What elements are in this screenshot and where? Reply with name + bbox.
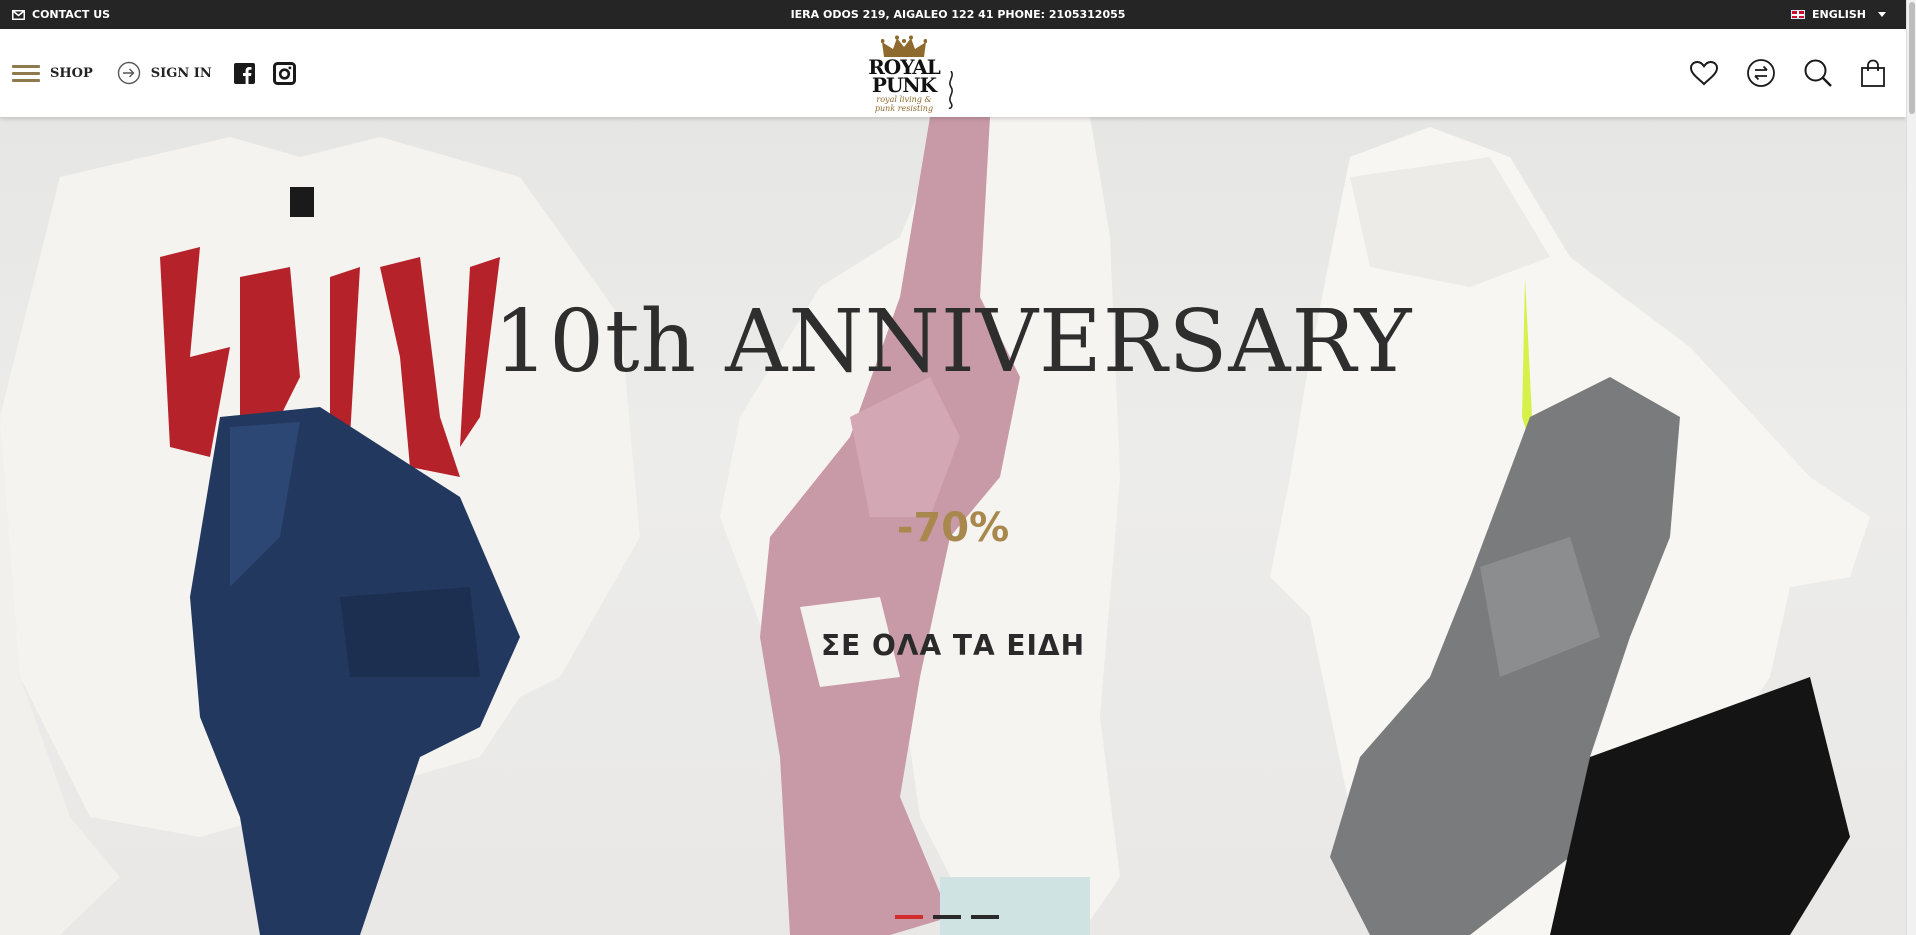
compare-button[interactable] <box>1746 58 1776 88</box>
facebook-link[interactable] <box>233 62 255 84</box>
logo-word-punk: PUNK <box>871 73 937 97</box>
sign-in-icon <box>117 61 140 85</box>
scrollbar-thumb[interactable] <box>1909 2 1915 114</box>
slider-dot-2[interactable] <box>933 915 961 919</box>
logo-tagline-line-2: punk resisting <box>874 104 934 113</box>
slider-dot-3[interactable] <box>971 915 999 919</box>
search-button[interactable] <box>1803 58 1833 88</box>
search-icon <box>1804 59 1832 87</box>
language-selector[interactable]: ENGLISH <box>1791 0 1886 29</box>
store-address: IERA ODOS 219, AIGALEO 122 41 PHONE: 210… <box>790 8 1126 21</box>
instagram-icon <box>272 61 296 85</box>
chevron-down-icon <box>1878 12 1886 17</box>
hero-headline: 10th ANNIVERSARY <box>493 292 1413 392</box>
sign-in-label: SIGN IN <box>150 65 212 81</box>
logo-tagline: royal living & punk resisting <box>854 95 954 113</box>
shopping-bag-icon <box>1861 59 1885 87</box>
heart-icon <box>1689 60 1719 86</box>
sign-in-link[interactable]: SIGN IN <box>117 61 212 85</box>
royal-punk-logo[interactable]: ROYAL PUNK royal living & punk resisting <box>848 33 964 113</box>
hero-subline: ΣΕ ΟΛΑ ΤΑ ΕΙΔΗ <box>820 629 1086 662</box>
top-bar: CONTACT US IERA ODOS 219, AIGALEO 122 41… <box>0 0 1916 29</box>
compare-icon <box>1747 59 1775 87</box>
facebook-icon <box>233 62 255 84</box>
instagram-link[interactable] <box>272 61 296 85</box>
cart-button[interactable] <box>1860 59 1886 87</box>
shop-menu-button[interactable]: SHOP <box>12 61 93 86</box>
language-label: ENGLISH <box>1812 8 1866 21</box>
shop-label: SHOP <box>50 65 93 81</box>
hero-slider[interactable]: 10th ANNIVERSARY -70% ΣΕ ΟΛΑ ΤΑ ΕΙΔΗ <box>0 117 1906 935</box>
uk-flag-icon <box>1791 10 1806 19</box>
hero-discount: -70% <box>896 505 1010 551</box>
logo-tagline-line-1: royal living & <box>876 95 932 104</box>
wishlist-button[interactable] <box>1689 60 1719 86</box>
hamburger-menu-icon <box>12 61 40 86</box>
slider-pagination <box>895 915 999 919</box>
slider-dot-1[interactable] <box>895 915 923 919</box>
site-header: SHOP SIGN IN ROYAL PUNK royal living & p… <box>0 29 1906 117</box>
page-scrollbar[interactable] <box>1906 0 1916 935</box>
